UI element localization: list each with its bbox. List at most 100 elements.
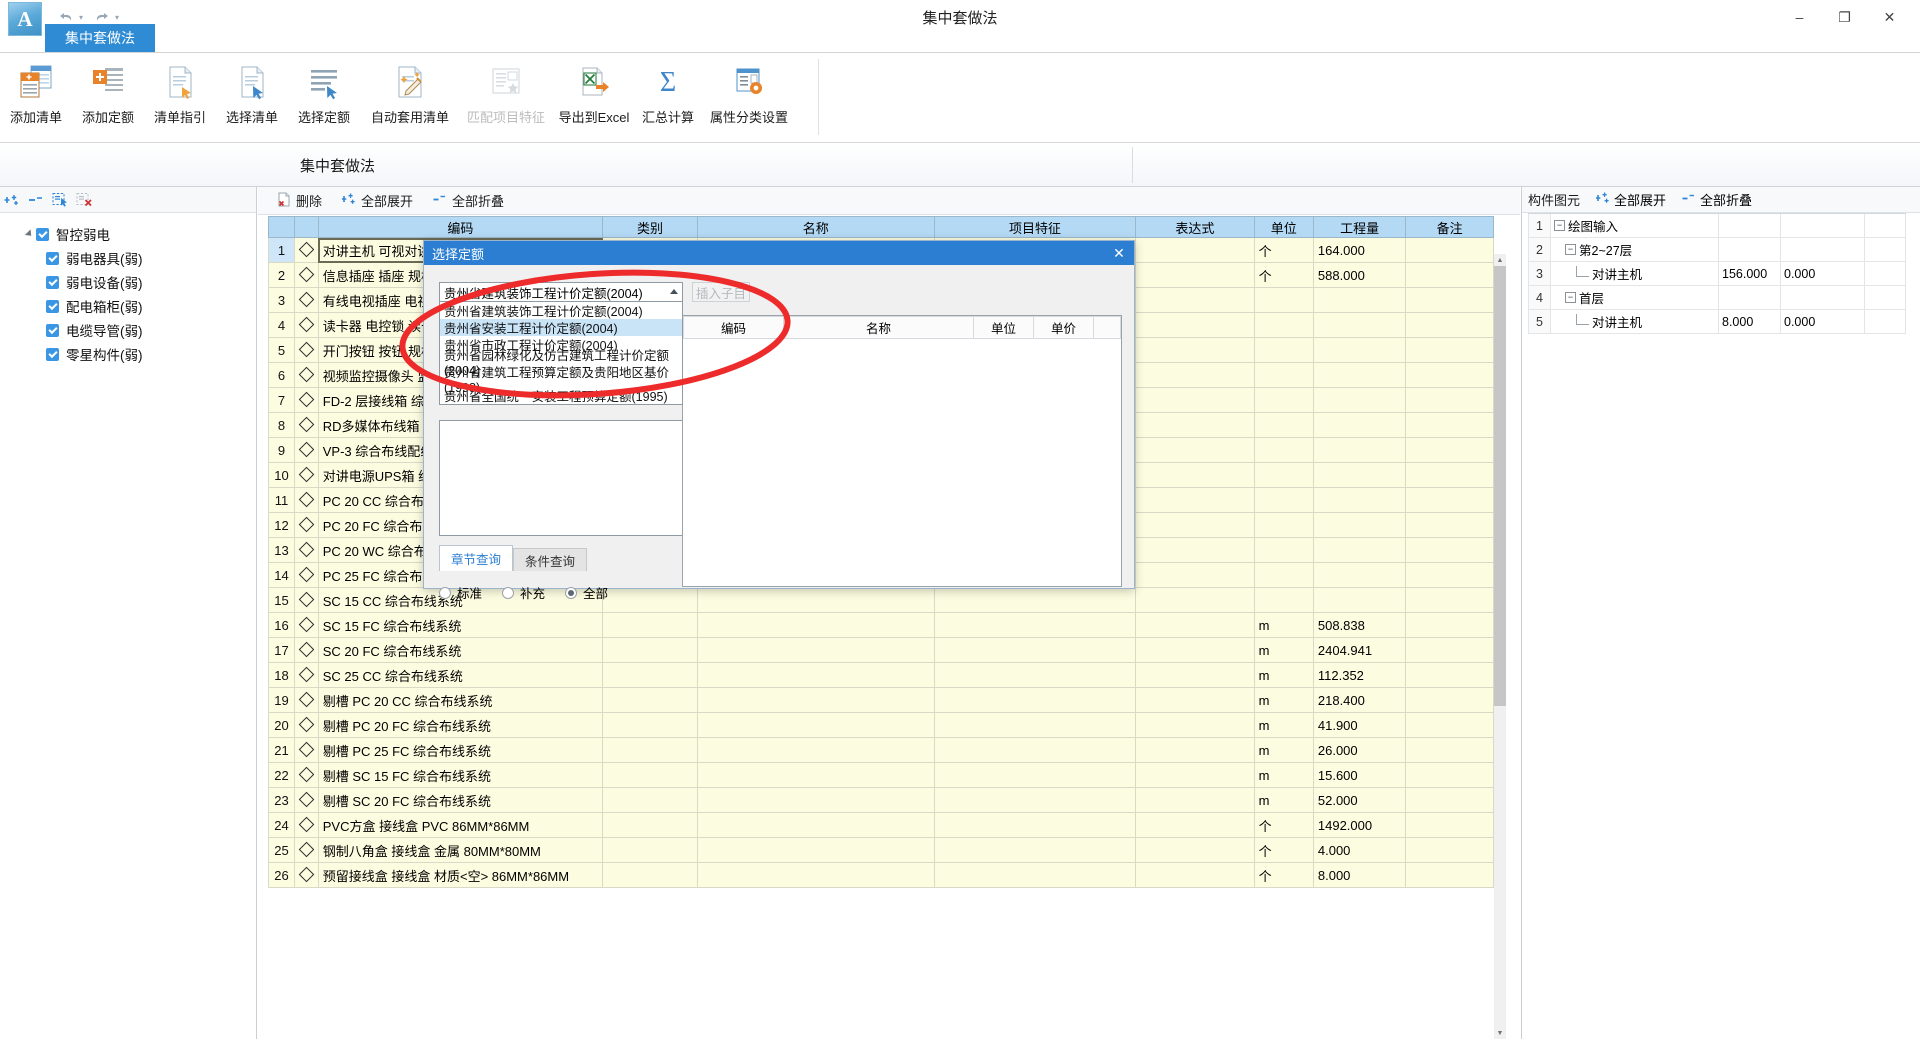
cell-quantity[interactable] xyxy=(1718,285,1781,310)
cell-feature[interactable] xyxy=(933,737,1137,763)
cell-feature[interactable] xyxy=(933,837,1137,863)
checkbox[interactable] xyxy=(46,347,59,361)
tree-node-child[interactable]: 弱电器具(弱) xyxy=(0,246,256,270)
cell-unit[interactable]: m xyxy=(1253,737,1314,763)
column-header-icon[interactable] xyxy=(294,216,319,238)
radio-standard[interactable]: 标准 xyxy=(439,583,482,602)
cell-unit[interactable]: m xyxy=(1253,687,1314,713)
cell-over-height-quantity[interactable] xyxy=(1780,285,1865,310)
cell-quantity[interactable] xyxy=(1718,213,1781,238)
cell-feature[interactable] xyxy=(933,662,1137,688)
cell-unit[interactable]: m xyxy=(1253,762,1314,788)
expander-minus-icon[interactable]: − xyxy=(1554,220,1565,231)
cell-unit[interactable] xyxy=(1253,512,1314,538)
cell-name[interactable] xyxy=(696,662,935,688)
ribbon-button-list-guide[interactable]: 清单指引 xyxy=(144,53,216,139)
column-header-unit[interactable]: 单位 xyxy=(1253,216,1314,238)
ribbon-button-auto-apply-list[interactable]: 自动套用清单 xyxy=(360,53,460,139)
cell-type[interactable] xyxy=(602,612,698,638)
cell-quantity[interactable] xyxy=(1312,387,1407,413)
cell-name[interactable] xyxy=(696,612,935,638)
cell-feature[interactable] xyxy=(933,862,1137,888)
cell-note[interactable] xyxy=(1405,662,1494,688)
table-row[interactable]: 19 剔槽 PC 20 CC 综合布线系统 m 218.400 xyxy=(268,687,1494,713)
cell-expression[interactable] xyxy=(1135,587,1255,613)
cell-name[interactable] xyxy=(696,687,935,713)
cell-expression[interactable] xyxy=(1135,712,1255,738)
cell-over-height-quantity[interactable] xyxy=(1780,213,1865,238)
cell-expression[interactable] xyxy=(1135,312,1255,338)
cell-quantity[interactable]: 4.000 xyxy=(1312,837,1407,863)
cell-code[interactable]: 预留接线盒 接线盒 材质<空> 86MM*86MM xyxy=(317,862,604,888)
expand-all-button[interactable]: 全部展开 xyxy=(333,189,422,213)
cell-unit[interactable] xyxy=(1253,462,1314,488)
cell-unit[interactable] xyxy=(1253,487,1314,513)
scroll-down-icon[interactable]: ▼ xyxy=(1494,1027,1506,1039)
cell-unit[interactable]: m xyxy=(1253,712,1314,738)
tree-node-child[interactable]: 电缆导管(弱) xyxy=(0,318,256,342)
scroll-up-icon[interactable]: ▲ xyxy=(1494,254,1506,266)
cell-quantity[interactable] xyxy=(1312,562,1407,588)
cell-expression[interactable] xyxy=(1135,362,1255,388)
cell-name[interactable] xyxy=(696,587,935,613)
cell-type[interactable] xyxy=(602,687,698,713)
cell-code[interactable]: 剔槽 PC 20 CC 综合布线系统 xyxy=(317,687,604,713)
cell-name[interactable] xyxy=(696,787,935,813)
cell-expression[interactable] xyxy=(1135,837,1255,863)
cell-component-name[interactable]: − 第2~27层 xyxy=(1550,237,1719,262)
collapse-all-button[interactable]: 全部折叠 xyxy=(424,189,513,213)
cell-quantity[interactable] xyxy=(1312,512,1407,538)
table-row[interactable]: 21 剔槽 PC 25 FC 综合布线系统 m 26.000 xyxy=(268,737,1494,763)
tab-chapter-query[interactable]: 章节查询 xyxy=(439,545,514,571)
table-row[interactable]: 18 SC 25 CC 综合布线系统 m 112.352 xyxy=(268,662,1494,688)
checkbox[interactable] xyxy=(46,299,59,313)
ribbon-button-add-list[interactable]: 添加清单 xyxy=(0,53,72,139)
checkbox[interactable] xyxy=(46,275,59,289)
cell-unit[interactable]: 个 xyxy=(1253,812,1314,838)
column-header-expression[interactable]: 表达式 xyxy=(1135,216,1255,238)
cell-unit[interactable] xyxy=(1253,362,1314,388)
cell-name[interactable] xyxy=(696,812,935,838)
cell-note[interactable] xyxy=(1405,537,1494,563)
cell-component-name[interactable]: − 首层 xyxy=(1550,285,1719,310)
tree-node-root[interactable]: 智控弱电 xyxy=(0,222,256,246)
cell-code[interactable]: 剔槽 SC 20 FC 综合布线系统 xyxy=(317,787,604,813)
table-row[interactable]: 1− 绘图输入 xyxy=(1528,213,1906,238)
cell-quantity[interactable] xyxy=(1312,362,1407,388)
cell-expression[interactable] xyxy=(1135,487,1255,513)
deselect-icon[interactable] xyxy=(72,189,96,211)
cell-quantity[interactable]: 52.000 xyxy=(1312,787,1407,813)
redo-chevron-down-icon[interactable]: ▾ xyxy=(115,13,119,22)
table-row[interactable]: 20 剔槽 PC 20 FC 综合布线系统 m 41.900 xyxy=(268,712,1494,738)
cell-quantity[interactable] xyxy=(1312,587,1407,613)
column-header-type[interactable]: 类别 xyxy=(602,216,698,238)
cell-quantity[interactable] xyxy=(1312,337,1407,363)
dropdown-option[interactable]: 贵州省全国统一安装工程预算定额(1995) xyxy=(440,387,682,404)
column-header-code[interactable]: 编码 xyxy=(683,316,784,339)
cell-note[interactable] xyxy=(1405,237,1494,263)
cell-unit[interactable] xyxy=(1253,587,1314,613)
cell-note[interactable] xyxy=(1405,712,1494,738)
cell-type[interactable] xyxy=(602,837,698,863)
cell-quantity[interactable]: 2404.941 xyxy=(1312,637,1407,663)
cell-expression[interactable] xyxy=(1135,287,1255,313)
cell-unit[interactable]: 个 xyxy=(1253,837,1314,863)
cell-expression[interactable] xyxy=(1135,337,1255,363)
column-header-blank[interactable] xyxy=(1093,316,1121,339)
cell-expression[interactable] xyxy=(1135,262,1255,288)
column-header-note[interactable]: 备注 xyxy=(1405,216,1494,238)
cell-component-name[interactable]: 对讲主机 xyxy=(1550,261,1719,286)
cell-over-height-quantity[interactable] xyxy=(1780,237,1865,262)
cell-note[interactable] xyxy=(1405,762,1494,788)
cell-type[interactable] xyxy=(602,712,698,738)
table-row[interactable]: 25 钢制八角盒 接线盒 金属 80MM*80MM 个 4.000 xyxy=(268,837,1494,863)
cell-code[interactable]: SC 25 CC 综合布线系统 xyxy=(317,662,604,688)
cell-expression[interactable] xyxy=(1135,387,1255,413)
cell-note[interactable] xyxy=(1405,737,1494,763)
column-header-feature[interactable]: 项目特征 xyxy=(933,216,1137,238)
ribbon-button-add-quota[interactable]: 添加定额 xyxy=(72,53,144,139)
cell-code[interactable]: 剔槽 SC 15 FC 综合布线系统 xyxy=(317,762,604,788)
column-header-code[interactable]: 编码 xyxy=(317,216,604,238)
tab-condition-query[interactable]: 条件查询 xyxy=(513,548,588,571)
checkbox[interactable] xyxy=(36,227,49,241)
